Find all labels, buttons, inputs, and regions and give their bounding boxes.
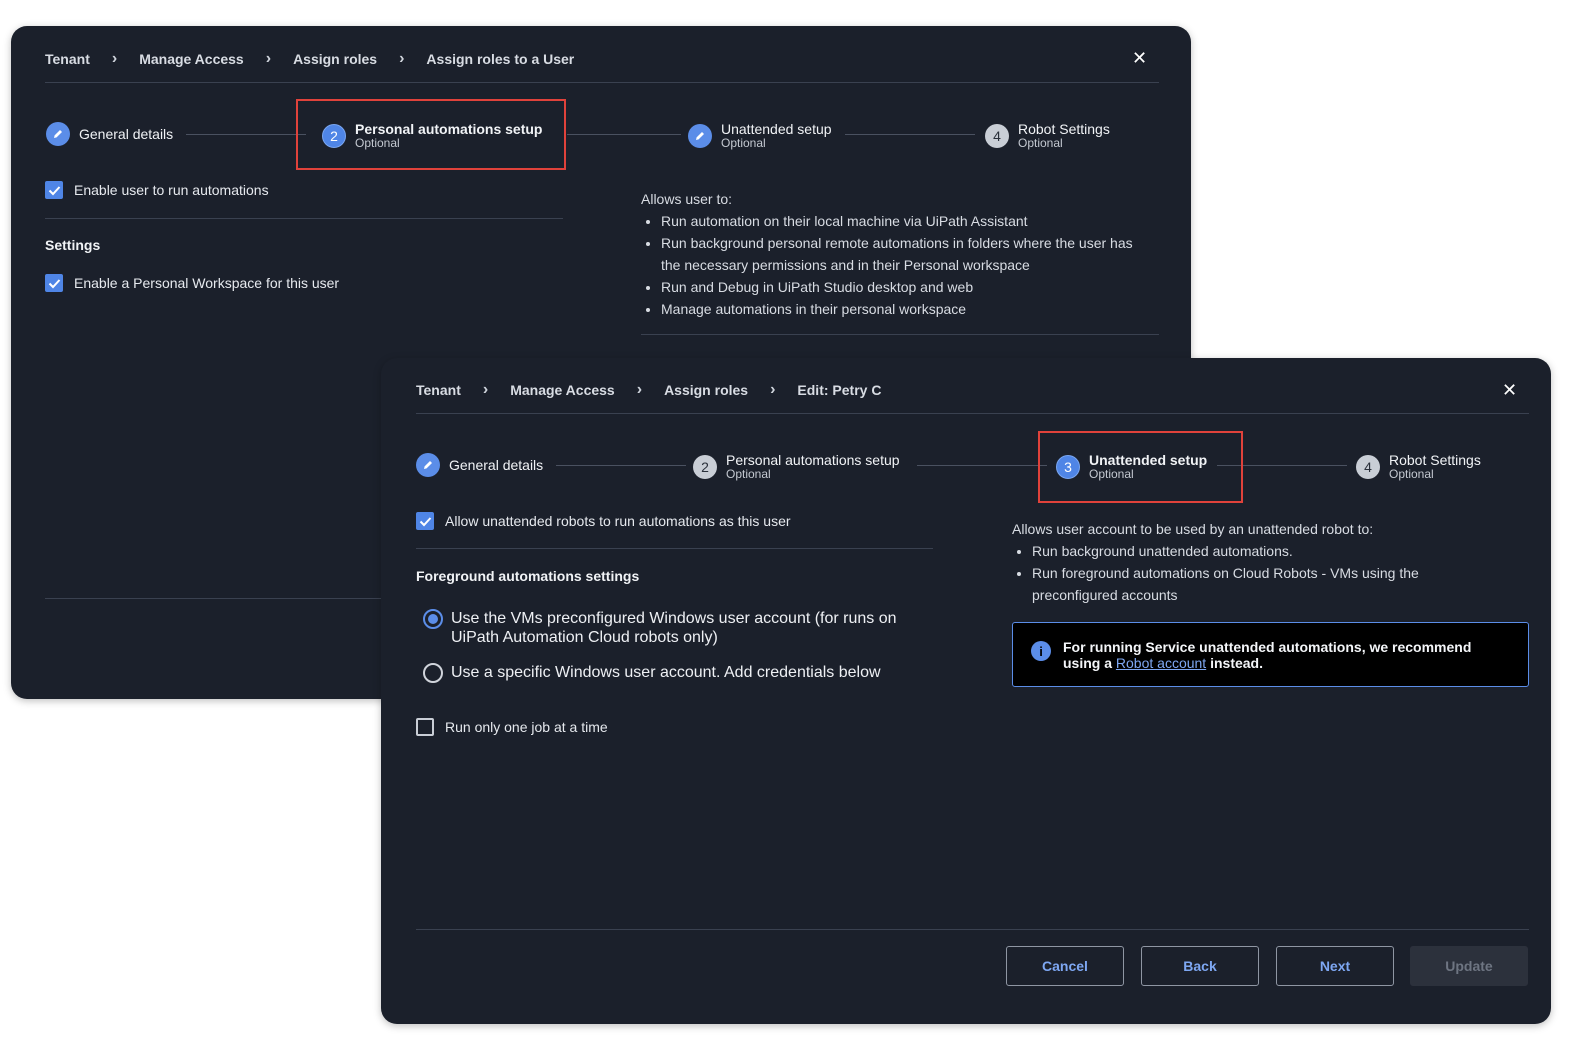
chevron-right-icon: › (770, 381, 776, 398)
list-item: Run background personal remote automatio… (661, 232, 1141, 276)
step-number: 4 (1356, 455, 1380, 479)
step-title: General details (79, 126, 174, 142)
step-connector (186, 134, 306, 135)
step-general-details[interactable]: General details (46, 122, 173, 146)
breadcrumb: Tenant › Manage Access › Assign roles › … (416, 381, 881, 399)
step-title: Robot Settings (1389, 452, 1481, 468)
step-unattended-setup[interactable]: Unattended setup Optional (688, 122, 832, 150)
back-button[interactable]: Back (1141, 946, 1259, 986)
chevron-right-icon: › (399, 50, 405, 67)
close-icon[interactable]: ✕ (1502, 380, 1517, 401)
footer-divider (416, 929, 1529, 930)
step-subtitle: Optional (721, 136, 766, 150)
step-general-details[interactable]: General details (416, 453, 543, 477)
breadcrumb-current: Edit: Petry C (797, 382, 882, 398)
one-job-checkbox[interactable]: Run only one job at a time (416, 718, 608, 736)
breadcrumb-current: Assign roles to a User (426, 51, 575, 67)
info-icon: i (1031, 641, 1051, 661)
step-number: 4 (985, 124, 1009, 148)
foreground-settings-heading: Foreground automations settings (416, 568, 640, 584)
highlight-box (296, 99, 566, 170)
notice-text-after: instead. (1210, 655, 1263, 671)
checkbox-label: Enable a Personal Workspace for this use… (74, 275, 340, 291)
radio-label: Use a specific Windows user account. Add… (451, 664, 881, 681)
robot-account-link[interactable]: Robot account (1116, 655, 1206, 671)
breadcrumb-assign-roles[interactable]: Assign roles (664, 382, 748, 398)
chevron-right-icon: › (482, 381, 489, 398)
divider (641, 334, 1159, 335)
checkbox-label: Run only one job at a time (445, 719, 608, 735)
radio-selected (423, 609, 443, 629)
radio-specific-account[interactable]: Use a specific Windows user account. Add… (423, 663, 923, 683)
radio-label: Use the VMs preconfigured Windows user a… (451, 610, 897, 646)
step-personal-automations[interactable]: 2 Personal automations setup Optional (693, 453, 900, 481)
step-title: Unattended setup (721, 121, 832, 137)
check-icon (45, 274, 63, 292)
close-icon[interactable]: ✕ (1132, 48, 1147, 69)
list-item: Run background unattended automations. (1032, 540, 1462, 562)
notice-text: For running Service unattended automatio… (1063, 639, 1510, 671)
step-connector (556, 465, 686, 466)
enable-automations-checkbox[interactable]: Enable user to run automations (45, 181, 269, 199)
cancel-button[interactable]: Cancel (1006, 946, 1124, 986)
breadcrumb-manage-access[interactable]: Manage Access (510, 382, 615, 398)
settings-heading: Settings (45, 237, 101, 253)
allows-intro: Allows user account to be used by an una… (1012, 521, 1374, 537)
pencil-icon (688, 124, 712, 148)
radio-preconfigured-account[interactable]: Use the VMs preconfigured Windows user a… (423, 609, 913, 647)
check-icon (45, 181, 63, 199)
divider (416, 548, 933, 549)
pencil-icon (46, 122, 70, 146)
checkbox-label: Allow unattended robots to run automatio… (445, 513, 791, 529)
step-title: Robot Settings (1018, 121, 1110, 137)
chevron-right-icon: › (636, 381, 643, 398)
breadcrumb-manage-access[interactable]: Manage Access (139, 51, 244, 67)
checkbox-label: Enable user to run automations (74, 182, 269, 198)
step-connector (917, 465, 1047, 466)
step-subtitle: Optional (1389, 467, 1434, 481)
allows-description: Allows user account to be used by an una… (1012, 518, 1462, 606)
pencil-icon (416, 453, 440, 477)
list-item: Run foreground automations on Cloud Robo… (1032, 562, 1462, 606)
info-notice: i For running Service unattended automat… (1012, 622, 1529, 687)
divider (416, 413, 1529, 414)
step-connector (845, 134, 975, 135)
step-robot-settings[interactable]: 4 Robot Settings Optional (1356, 453, 1481, 481)
allows-intro: Allows user to: (641, 191, 733, 207)
breadcrumb: Tenant › Manage Access › Assign roles › … (45, 50, 574, 68)
footer-divider (45, 598, 385, 599)
allow-unattended-checkbox[interactable]: Allow unattended robots to run automatio… (416, 512, 791, 530)
list-item: Manage automations in their personal wor… (661, 298, 1141, 320)
update-button[interactable]: Update (1410, 946, 1528, 986)
check-icon (416, 512, 434, 530)
step-subtitle: Optional (726, 467, 771, 481)
divider (45, 218, 563, 219)
next-button[interactable]: Next (1276, 946, 1394, 986)
breadcrumb-tenant[interactable]: Tenant (45, 51, 90, 67)
step-number: 2 (693, 455, 717, 479)
highlight-box (1038, 431, 1243, 503)
step-connector (567, 134, 681, 135)
radio-unselected (423, 663, 443, 683)
breadcrumb-assign-roles[interactable]: Assign roles (293, 51, 377, 67)
chevron-right-icon: › (265, 50, 272, 67)
breadcrumb-tenant[interactable]: Tenant (416, 382, 461, 398)
chevron-right-icon: › (111, 50, 118, 67)
edit-user-dialog-front: Tenant › Manage Access › Assign roles › … (381, 358, 1551, 1024)
checkbox-empty (416, 718, 434, 736)
step-robot-settings[interactable]: 4 Robot Settings Optional (985, 122, 1110, 150)
allows-description: Allows user to: Run automation on their … (641, 188, 1141, 320)
personal-workspace-checkbox[interactable]: Enable a Personal Workspace for this use… (45, 274, 339, 292)
step-title: Personal automations setup (726, 452, 900, 468)
divider (45, 82, 1159, 83)
step-subtitle: Optional (1018, 136, 1063, 150)
list-item: Run and Debug in UiPath Studio desktop a… (661, 276, 1141, 298)
list-item: Run automation on their local machine vi… (661, 210, 1141, 232)
step-title: General details (449, 457, 544, 473)
